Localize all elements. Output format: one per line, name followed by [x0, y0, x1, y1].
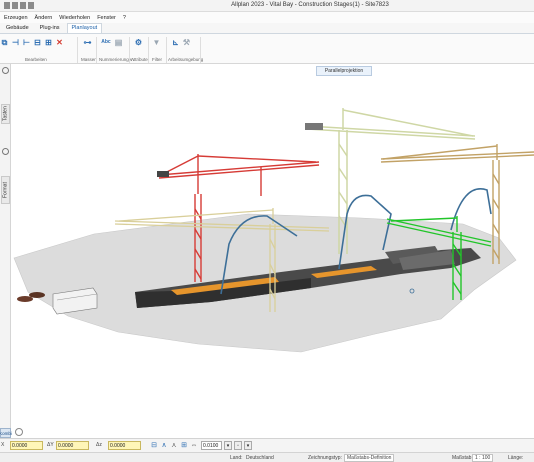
menu-wiederholen[interactable]: Wiederholen [59, 15, 90, 21]
ribbon-group-attribute: ⚙ [134, 36, 143, 56]
numbering-icon[interactable]: ▤ [114, 36, 123, 49]
3d-viewport[interactable] [11, 64, 534, 438]
tab-plug-ins[interactable]: Plug-ins [36, 24, 64, 33]
window-title: Allplan 2023 - Vital Bay - Construction … [231, 2, 389, 8]
copy-icon[interactable]: ⧉ [0, 36, 9, 49]
tab-gebaeude[interactable]: Gebäude [2, 24, 33, 33]
group-label-bearbeiten: Bearbeiten [25, 57, 47, 62]
quick-access-toolbar[interactable] [4, 2, 34, 9]
angle-tool-icon[interactable]: ∧ [160, 441, 168, 450]
side-tab-format[interactable]: Format [1, 176, 10, 204]
tooltip-parallelprojektion: Parallelprojektion [316, 66, 372, 76]
drawing-type-label: Zeichnungstyp: [308, 455, 342, 461]
point-snap-icon[interactable]: ⋏ [170, 441, 178, 450]
z-coordinate: Δz 0.0000 [96, 441, 146, 450]
group-label-massen: Massen [81, 57, 97, 62]
y-coordinate: ΔY 0.0000 [47, 441, 91, 450]
delete-icon[interactable]: ✕ [55, 36, 64, 49]
stretch-left-icon[interactable]: ⊣ [11, 36, 20, 49]
menu-fenster[interactable]: Fenster [97, 15, 116, 21]
scale-select[interactable]: 0.0100 [201, 441, 222, 450]
move-icon[interactable]: ⊢ [22, 36, 31, 49]
ribbon: ⧉ ⊣ ⊢ ⊟ ⊞ ✕ Bearbeiten ⊶ Massen Abc ▤ Nu… [0, 34, 534, 64]
x-input[interactable]: 0.0000 [10, 441, 43, 450]
redo-icon[interactable] [28, 2, 34, 9]
options-button[interactable]: ▫ [234, 441, 242, 450]
group-divider [166, 37, 167, 63]
counterweight [157, 171, 169, 177]
ribbon-group-bearbeiten: ⧉ ⊣ ⊢ ⊟ ⊞ ✕ [0, 36, 64, 56]
group-divider [129, 37, 130, 63]
snap-icon[interactable] [15, 428, 23, 436]
left-side-panel: Tasten Format [0, 64, 11, 438]
group-divider [96, 37, 97, 63]
ribbon-group-massen: ⊶ [83, 36, 92, 56]
vehicle [17, 296, 33, 302]
ribbon-group-nummerierungen: Abc ▤ [100, 36, 123, 56]
save-icon[interactable] [12, 2, 18, 9]
expand-button[interactable]: ▾ [244, 441, 252, 450]
status-bar: Land: Deutschland Zeichnungstyp: Maßstab… [0, 452, 534, 462]
coordinate-tool-icon[interactable]: ⊟ [150, 441, 158, 450]
ribbon-group-filter: ▼ [152, 36, 161, 56]
quantity-icon[interactable]: ⊶ [83, 36, 92, 49]
scale-label: Maßstab: [452, 455, 473, 461]
align-icon[interactable]: ⊟ [33, 36, 42, 49]
dropdown-arrow-icon[interactable]: ▾ [224, 441, 232, 450]
filter-icon[interactable]: ▼ [152, 36, 161, 49]
attribute-icon[interactable]: ⚙ [134, 36, 143, 49]
side-tab-tasten[interactable]: Tasten [1, 104, 10, 124]
group-label-filter: Filter [152, 57, 162, 62]
menu-help[interactable]: ? [123, 15, 126, 21]
y-label: ΔY [47, 442, 54, 448]
length-label: Länge: [508, 455, 524, 461]
x-label: X [1, 442, 5, 448]
counterweight [305, 123, 323, 130]
coordinate-system-icon[interactable]: ⊾ [171, 36, 180, 49]
construction-site-model [13, 108, 534, 353]
ribbon-tab-bar: Gebäude Plug-ins Planlayout [0, 23, 534, 34]
land-label: Land: [230, 455, 243, 461]
menu-bar: Erzeugen Ändern Wiederholen Fenster ? [0, 12, 534, 23]
group-divider [200, 37, 201, 63]
label-text-icon[interactable]: Abc [100, 36, 112, 49]
group-divider [148, 37, 149, 63]
mirror-icon[interactable]: ⊞ [44, 36, 53, 49]
pin-icon[interactable] [2, 67, 9, 74]
vehicle [29, 292, 45, 298]
group-divider [77, 37, 78, 63]
undo-icon[interactable] [20, 2, 26, 9]
menu-erzeugen[interactable]: Erzeugen [4, 15, 28, 21]
settings-icon[interactable]: ⚒ [182, 36, 191, 49]
scale-value[interactable]: 1 : 100 [472, 454, 494, 462]
title-bar: Allplan 2023 - Vital Bay - Construction … [0, 0, 534, 12]
group-label-arbeitsumgebung: Arbeitsumgebung [168, 57, 204, 62]
drawing-type-value[interactable]: Maßstabs-Definition [344, 454, 395, 462]
divide-tool-icon[interactable]: ⇔ [190, 441, 198, 450]
land-value: Deutschland [246, 455, 274, 461]
dialog-line: X 0.0000 ΔY 0.0000 Δz 0.0000 ⊟ ∧ ⋏ ⊞ ⇔ 0… [0, 438, 534, 452]
tab-planlayout[interactable]: Planlayout [66, 23, 103, 33]
y-input[interactable]: 0.0000 [56, 441, 89, 450]
open-icon[interactable] [4, 2, 10, 9]
grid-tool-icon[interactable]: ⊞ [180, 441, 188, 450]
kombi-button[interactable]: Kombi [0, 428, 12, 438]
ribbon-group-arbeitsumgebung: ⊾ ⚒ [171, 36, 191, 56]
palette-icon[interactable] [2, 148, 9, 155]
z-label: Δz [96, 442, 102, 448]
z-input[interactable]: 0.0000 [108, 441, 141, 450]
x-coordinate: X 0.0000 [1, 441, 45, 450]
group-label-attribute: Attribute [131, 57, 148, 62]
menu-aendern[interactable]: Ändern [35, 15, 53, 21]
